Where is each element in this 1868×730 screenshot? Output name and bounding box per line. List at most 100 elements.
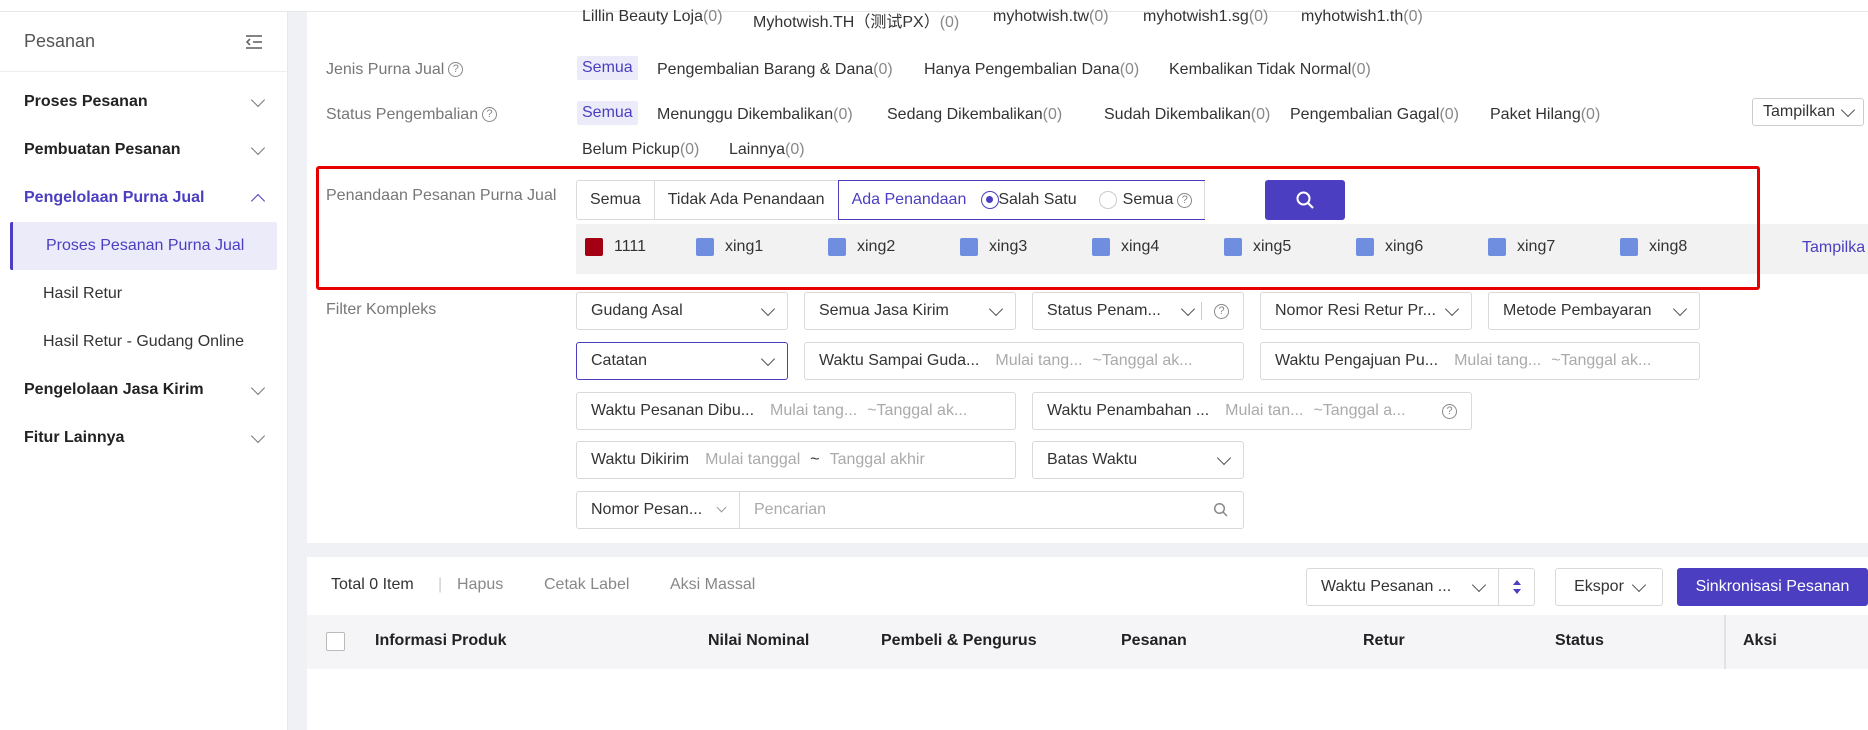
chevron-down-icon	[1444, 301, 1460, 316]
status-option[interactable]: Pengembalian Gagal(0)	[1290, 106, 1459, 124]
chevron-down-icon	[716, 502, 727, 513]
sort-icon	[1512, 580, 1521, 594]
mark-item[interactable]: xing1	[696, 238, 763, 256]
sinkronisasi-pesanan-button[interactable]: Sinkronisasi Pesanan	[1677, 568, 1868, 606]
jenis-option-semua[interactable]: Semua	[577, 56, 638, 80]
collapse-menu-icon[interactable]	[245, 34, 263, 50]
sort-order-button[interactable]	[1498, 568, 1535, 606]
results-panel: Total 0 Item | Hapus Cetak Label Aksi Ma…	[307, 557, 1868, 730]
status-penandaan-select[interactable]: Status Penam...?	[1032, 292, 1244, 330]
tampilkan-dropdown[interactable]: Tampilkan	[1752, 98, 1865, 126]
chevron-down-icon	[1471, 577, 1487, 592]
nomor-resi-retur-select[interactable]: Nomor Resi Retur Pr...	[1260, 292, 1472, 330]
catatan-select[interactable]: Catatan	[576, 342, 788, 380]
sidebar-item-proses-pesanan[interactable]: Proses Pesanan	[0, 78, 287, 126]
column-header: Pembeli & Pengurus	[881, 632, 1037, 649]
store-option[interactable]: myhotwish.tw(0)	[993, 8, 1109, 26]
segment-ada-penandaan[interactable]: Ada Penandaan Salah Satu Semua?	[837, 180, 1206, 220]
sidebar-subitem-hasil-retur-gudang-online[interactable]: Hasil Retur - Gudang Online	[0, 318, 287, 366]
help-icon[interactable]: ?	[482, 107, 498, 123]
radio-semua[interactable]: Semua?	[1098, 191, 1193, 209]
mark-item[interactable]: xing3	[960, 238, 1027, 256]
nomor-pesanan-select[interactable]: Nomor Pesan...	[576, 491, 740, 529]
status-option-semua[interactable]: Semua	[577, 101, 638, 125]
waktu-pesanan-dibuat-range[interactable]: Waktu Pesanan Dibu... Mulai tang... ~Tangg…	[576, 392, 1016, 430]
tampilkan-link[interactable]: Tampilka	[1802, 239, 1865, 257]
sidebar-item-fitur-lainnya[interactable]: Fitur Lainnya	[0, 414, 287, 462]
segment-tidak-ada-penandaan[interactable]: Tidak Ada Penandaan	[655, 181, 839, 219]
status-option[interactable]: Lainnya(0)	[729, 141, 805, 159]
mark-item[interactable]: xing2	[828, 238, 895, 256]
store-option[interactable]: myhotwish1.th(0)	[1301, 8, 1423, 26]
mark-color-swatch	[696, 238, 714, 256]
waktu-dikirim-range[interactable]: Waktu Dikirim Mulai tanggal ~ Tanggal akhir	[576, 441, 1016, 479]
jenis-option[interactable]: Pengembalian Barang & Dana(0)	[657, 61, 893, 79]
jenis-option[interactable]: Hanya Pengembalian Dana(0)	[924, 61, 1139, 79]
filter-kompleks-label: Filter Kompleks	[326, 301, 437, 318]
waktu-sampai-gudang-range[interactable]: Waktu Sampai Guda... Mulai tang... ~Tangga…	[804, 342, 1244, 380]
status-option[interactable]: Sedang Dikembalikan(0)	[887, 106, 1062, 124]
chevron-down-icon	[250, 140, 266, 155]
chevron-down-icon	[1672, 301, 1688, 316]
gudang-asal-select[interactable]: Gudang Asal	[576, 292, 788, 330]
chevron-down-icon	[250, 92, 266, 107]
hapus-button[interactable]: Hapus	[457, 576, 503, 594]
sidebar-header: Pesanan	[0, 12, 287, 72]
sidebar-item-label: Pengelolaan Purna Jual	[24, 189, 205, 206]
store-option[interactable]: Myhotwish.TH（测试PX）(0)	[753, 8, 959, 32]
radio-checked-icon	[981, 191, 1000, 209]
column-header: Pesanan	[1121, 632, 1187, 649]
mark-item[interactable]: xing6	[1356, 238, 1423, 256]
batas-waktu-select[interactable]: Batas Waktu	[1032, 441, 1244, 479]
mark-item[interactable]: 1111	[585, 238, 646, 256]
waktu-penambahan-range[interactable]: Waktu Penambahan ... Mulai tan... ~Tanggal…	[1032, 392, 1472, 430]
status-option[interactable]: Sudah Dikembalikan(0)	[1104, 106, 1270, 124]
sidebar-item-pengelolaan-jasa-kirim[interactable]: Pengelolaan Jasa Kirim	[0, 366, 287, 414]
column-header: Informasi Produk	[375, 632, 507, 649]
sort-select[interactable]: Waktu Pesanan ...	[1306, 568, 1499, 606]
search-icon	[1296, 191, 1314, 209]
help-icon[interactable]: ?	[1214, 303, 1229, 319]
column-header: Aksi	[1743, 632, 1777, 649]
chevron-down-icon	[1631, 577, 1646, 592]
mark-color-swatch	[585, 238, 603, 256]
mark-color-swatch	[1488, 238, 1506, 256]
jasa-kirim-select[interactable]: Semua Jasa Kirim	[804, 292, 1016, 330]
sidebar-item-pembuatan-pesanan[interactable]: Pembuatan Pesanan	[0, 126, 287, 174]
mark-color-swatch	[960, 238, 978, 256]
segment-semua[interactable]: Semua	[577, 181, 655, 219]
ekspor-dropdown[interactable]: Ekspor	[1555, 568, 1663, 606]
help-icon[interactable]: ?	[1442, 403, 1457, 419]
chevron-down-icon	[250, 428, 266, 443]
mark-color-swatch	[1356, 238, 1374, 256]
sidebar-subitem-proses-pesanan-purna-jual[interactable]: Proses Pesanan Purna Jual	[10, 222, 277, 270]
cetak-label-button[interactable]: Cetak Label	[544, 576, 629, 594]
store-option[interactable]: Lillin Beauty Loja(0)	[582, 8, 723, 26]
sidebar-item-pengelolaan-purna-jual[interactable]: Pengelolaan Purna Jual	[0, 174, 287, 222]
chevron-down-icon	[250, 380, 266, 395]
mark-list: 1111 xing1 xing2 xing3 xing4 xing5 xing6…	[576, 224, 1868, 274]
mark-color-swatch	[1092, 238, 1110, 256]
chevron-down-icon	[1840, 102, 1856, 117]
jenis-option[interactable]: Kembalikan Tidak Normal(0)	[1169, 61, 1371, 79]
waktu-pengajuan-range[interactable]: Waktu Pengajuan Pu... Mulai tang... ~Tangg…	[1260, 342, 1700, 380]
column-header: Retur	[1363, 632, 1405, 649]
sidebar-subitem-hasil-retur[interactable]: Hasil Retur	[0, 270, 287, 318]
help-icon[interactable]: ?	[1177, 192, 1193, 208]
status-option[interactable]: Menunggu Dikembalikan(0)	[657, 106, 853, 124]
search-icon	[1213, 502, 1228, 517]
mark-item[interactable]: xing7	[1488, 238, 1555, 256]
search-input[interactable]: Pencarian	[739, 491, 1244, 529]
status-option[interactable]: Belum Pickup(0)	[582, 141, 699, 159]
aksi-massal-button[interactable]: Aksi Massal	[670, 576, 755, 594]
radio-salah-satu[interactable]: Salah Satu	[981, 191, 1077, 209]
status-option[interactable]: Paket Hilang(0)	[1490, 106, 1600, 124]
mark-item[interactable]: xing4	[1092, 238, 1159, 256]
mark-item[interactable]: xing8	[1620, 238, 1687, 256]
select-all-checkbox[interactable]	[326, 632, 345, 651]
mark-item[interactable]: xing5	[1224, 238, 1291, 256]
search-button[interactable]	[1265, 180, 1345, 220]
metode-pembayaran-select[interactable]: Metode Pembayaran	[1488, 292, 1700, 330]
store-option[interactable]: myhotwish1.sg(0)	[1143, 8, 1268, 26]
help-icon[interactable]: ?	[448, 62, 464, 78]
